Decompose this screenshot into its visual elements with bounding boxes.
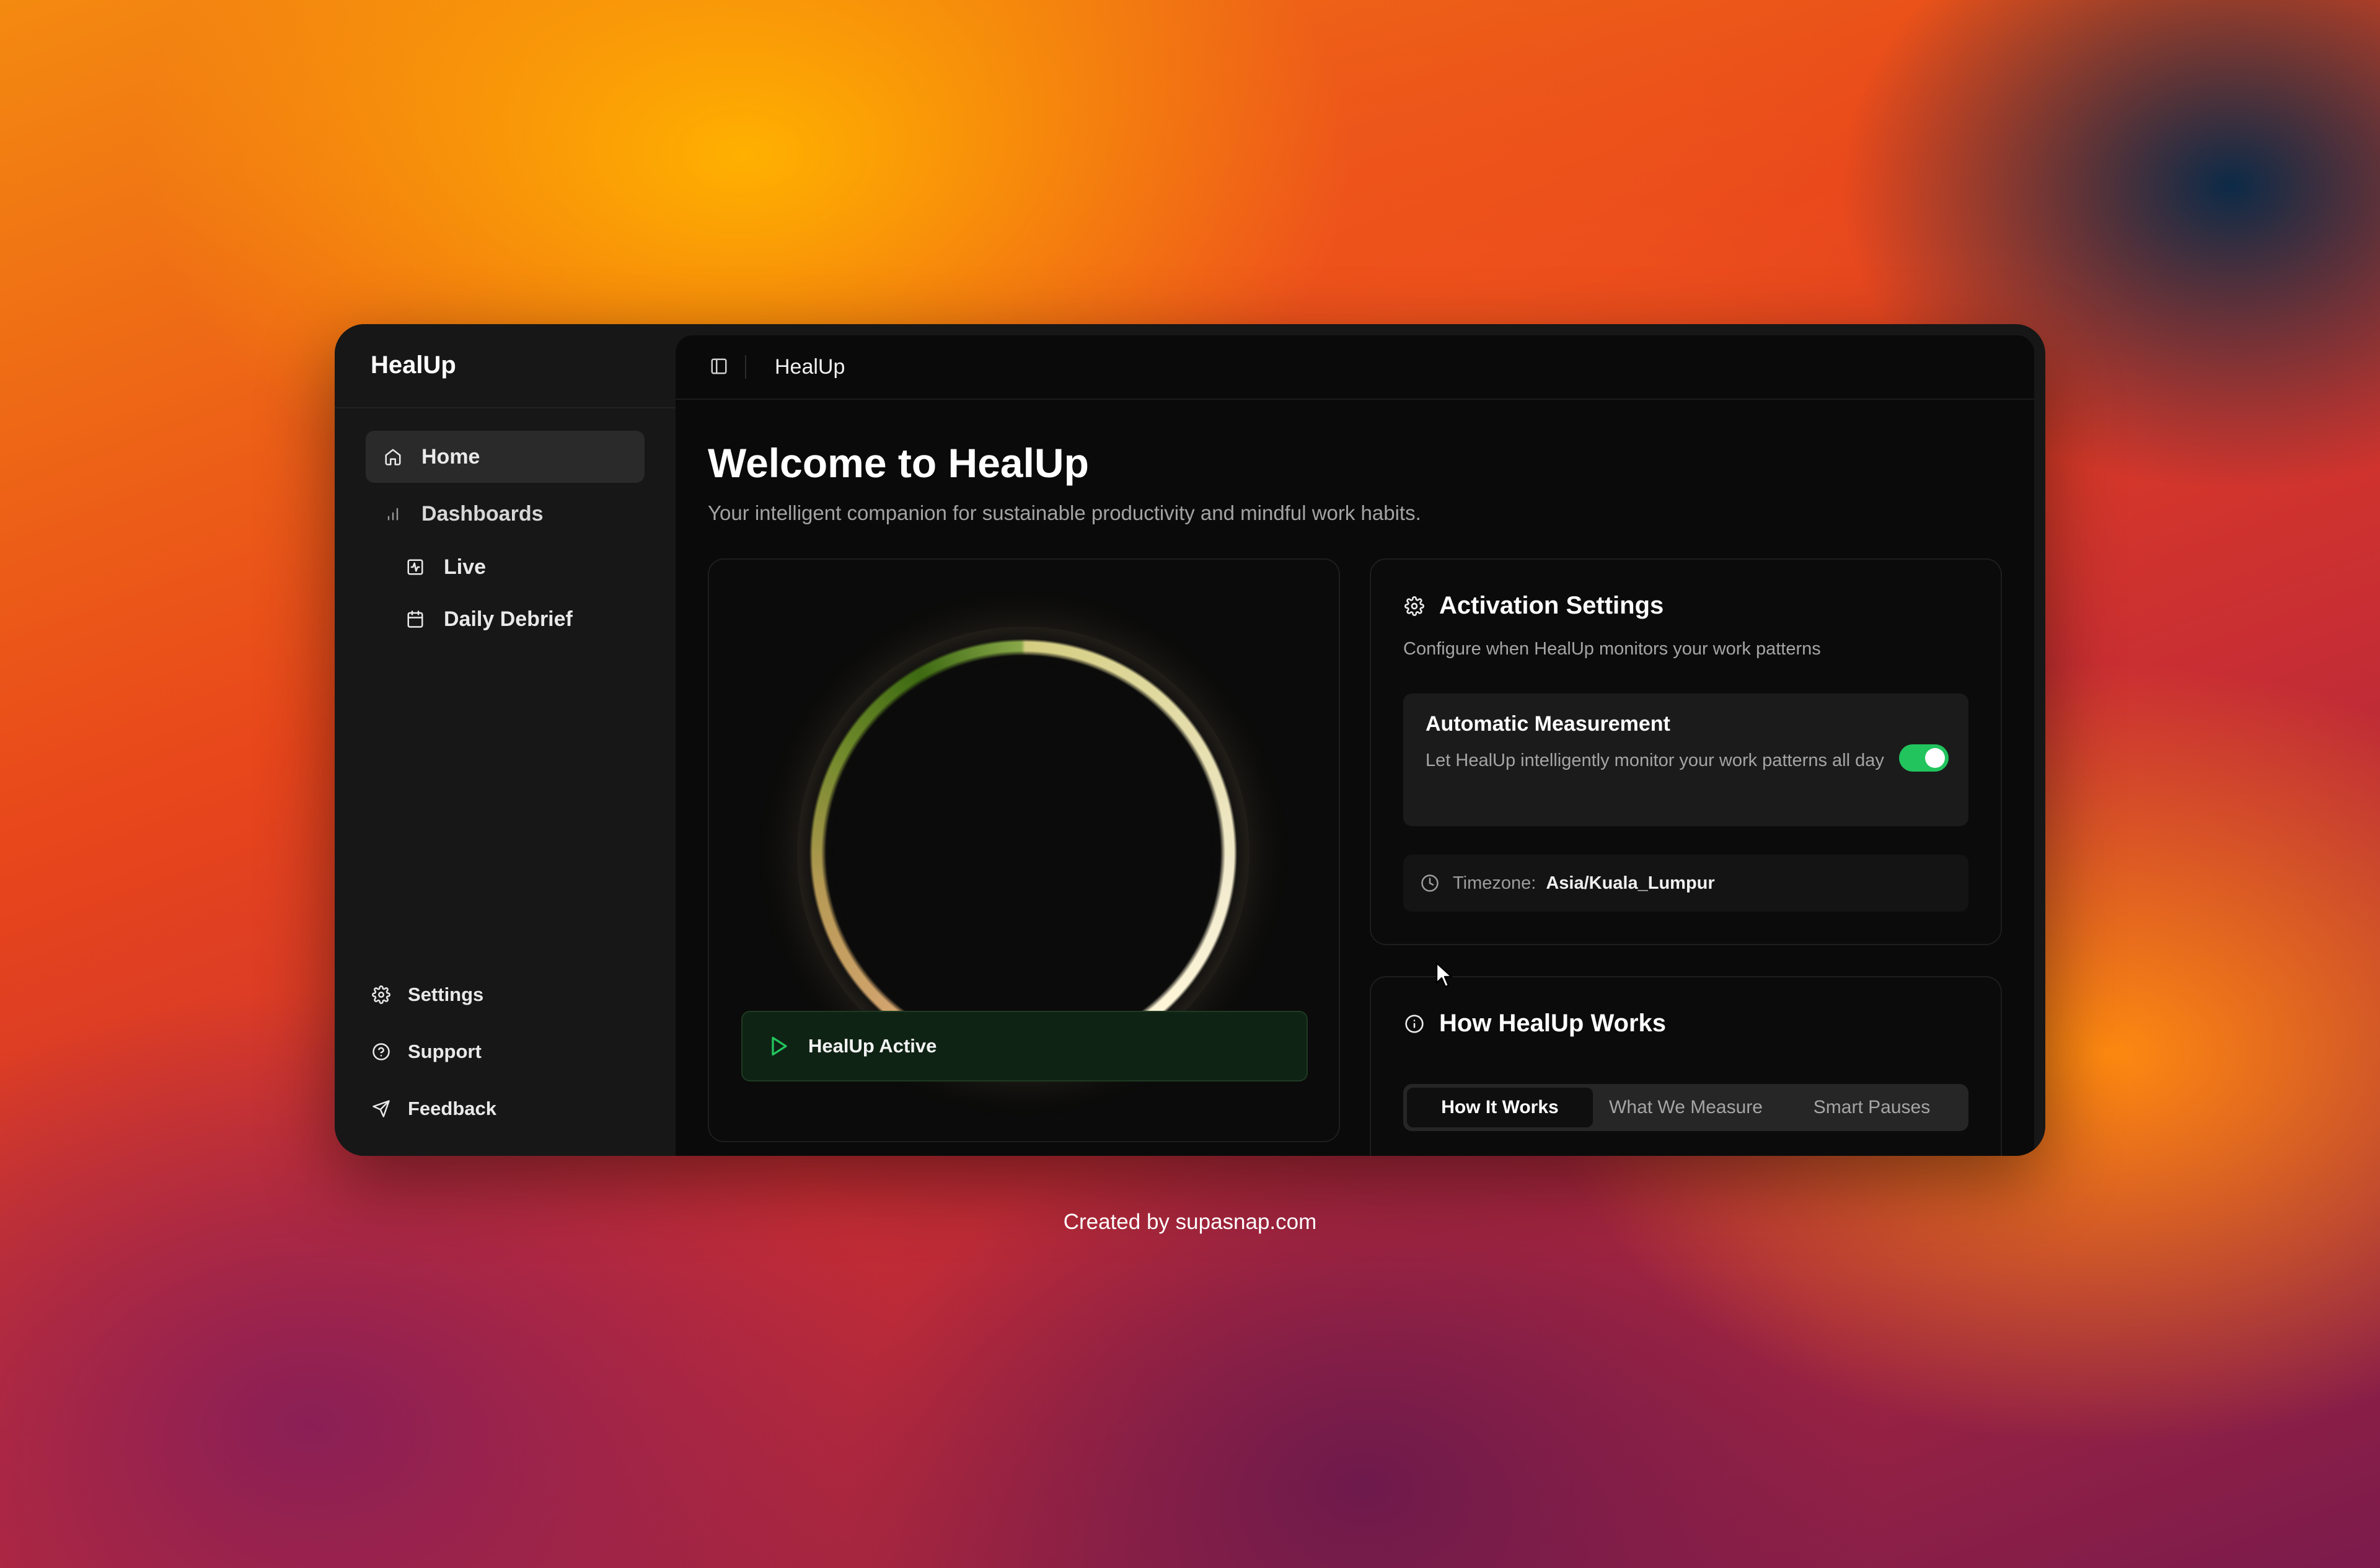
gear-icon [371, 984, 392, 1005]
send-icon [371, 1098, 392, 1119]
sidebar-toggle-button[interactable] [708, 355, 730, 377]
tab-list: How It Works What We Measure Smart Pause… [1403, 1084, 1968, 1131]
sidebar-item-label: Feedback [408, 1098, 497, 1119]
info-icon [1403, 1013, 1426, 1035]
timezone-value: Asia/Kuala_Lumpur [1546, 873, 1715, 893]
calendar-icon [404, 608, 426, 630]
divider [335, 407, 676, 408]
tab-what-we-measure[interactable]: What We Measure [1593, 1088, 1779, 1127]
page-title: Welcome to HealUp [708, 440, 1089, 486]
automatic-measurement-description: Let HealUp intelligently monitor your wo… [1426, 751, 1884, 770]
status-badge[interactable]: HealUp Active [741, 1011, 1308, 1081]
main-content: HealUp Welcome to HealUp Your intelligen… [676, 335, 2034, 1156]
sidebar-item-feedback[interactable]: Feedback [371, 1090, 496, 1127]
help-circle-icon [371, 1041, 392, 1062]
tab-smart-pauses[interactable]: Smart Pauses [1779, 1088, 1965, 1127]
sidebar-item-home[interactable]: Home [366, 431, 645, 483]
activation-settings-card: Activation Settings Configure when HealU… [1370, 558, 2002, 945]
sidebar-item-label: Live [444, 555, 487, 579]
sidebar-item-label: Home [421, 444, 480, 469]
divider [745, 355, 746, 379]
toggle-knob [1925, 748, 1945, 768]
bar-chart-icon [382, 503, 404, 525]
sidebar: HealUp Home Dashboards Live Daily Debrie [335, 324, 676, 1156]
page-subtitle: Your intelligent companion for sustainab… [708, 501, 1421, 524]
card-header: Activation Settings [1403, 592, 1664, 620]
play-icon [767, 1034, 792, 1059]
status-orb-card: HealUp Active [708, 558, 1340, 1142]
sidebar-item-daily-debrief[interactable]: Daily Debrief [366, 593, 645, 645]
automatic-measurement-panel: Automatic Measurement Let HealUp intelli… [1403, 694, 1968, 826]
card-header: How HealUp Works [1403, 1010, 1666, 1037]
home-icon [382, 446, 404, 468]
brand-logo[interactable]: HealUp [371, 351, 456, 379]
activity-square-icon [404, 556, 426, 578]
status-label: HealUp Active [808, 1035, 937, 1057]
sidebar-item-label: Dashboards [421, 501, 544, 526]
app-window: HealUp Home Dashboards Live Daily Debrie [335, 324, 2045, 1156]
tab-how-it-works[interactable]: How It Works [1407, 1088, 1593, 1127]
sidebar-item-label: Daily Debrief [444, 607, 573, 631]
credit-text: Created by supasnap.com [1063, 1210, 1317, 1234]
card-title: Activation Settings [1439, 592, 1664, 619]
card-title: How HealUp Works [1439, 1010, 1666, 1037]
panel-left-icon [711, 358, 727, 374]
how-it-works-card: How HealUp Works How It Works What We Me… [1370, 976, 2002, 1156]
timezone-row: Timezone: Asia/Kuala_Lumpur [1403, 855, 1968, 912]
clock-icon [1421, 873, 1442, 894]
timezone-label: Timezone: [1453, 873, 1536, 893]
automatic-measurement-title: Automatic Measurement [1426, 712, 1670, 736]
gear-icon [1403, 595, 1426, 617]
sidebar-item-support[interactable]: Support [371, 1033, 482, 1070]
top-bar: HealUp [676, 335, 2034, 400]
mouse-cursor-icon [1435, 962, 1453, 988]
card-description: Configure when HealUp monitors your work… [1403, 639, 1821, 659]
sidebar-item-live[interactable]: Live [366, 541, 645, 593]
sidebar-item-dashboards[interactable]: Dashboards [366, 488, 645, 540]
automatic-measurement-toggle[interactable] [1899, 744, 1949, 772]
breadcrumb: HealUp [775, 355, 845, 379]
status-orb [809, 639, 1237, 1067]
sidebar-item-label: Settings [408, 984, 484, 1005]
sidebar-item-settings[interactable]: Settings [371, 976, 483, 1013]
sidebar-item-label: Support [408, 1041, 482, 1062]
